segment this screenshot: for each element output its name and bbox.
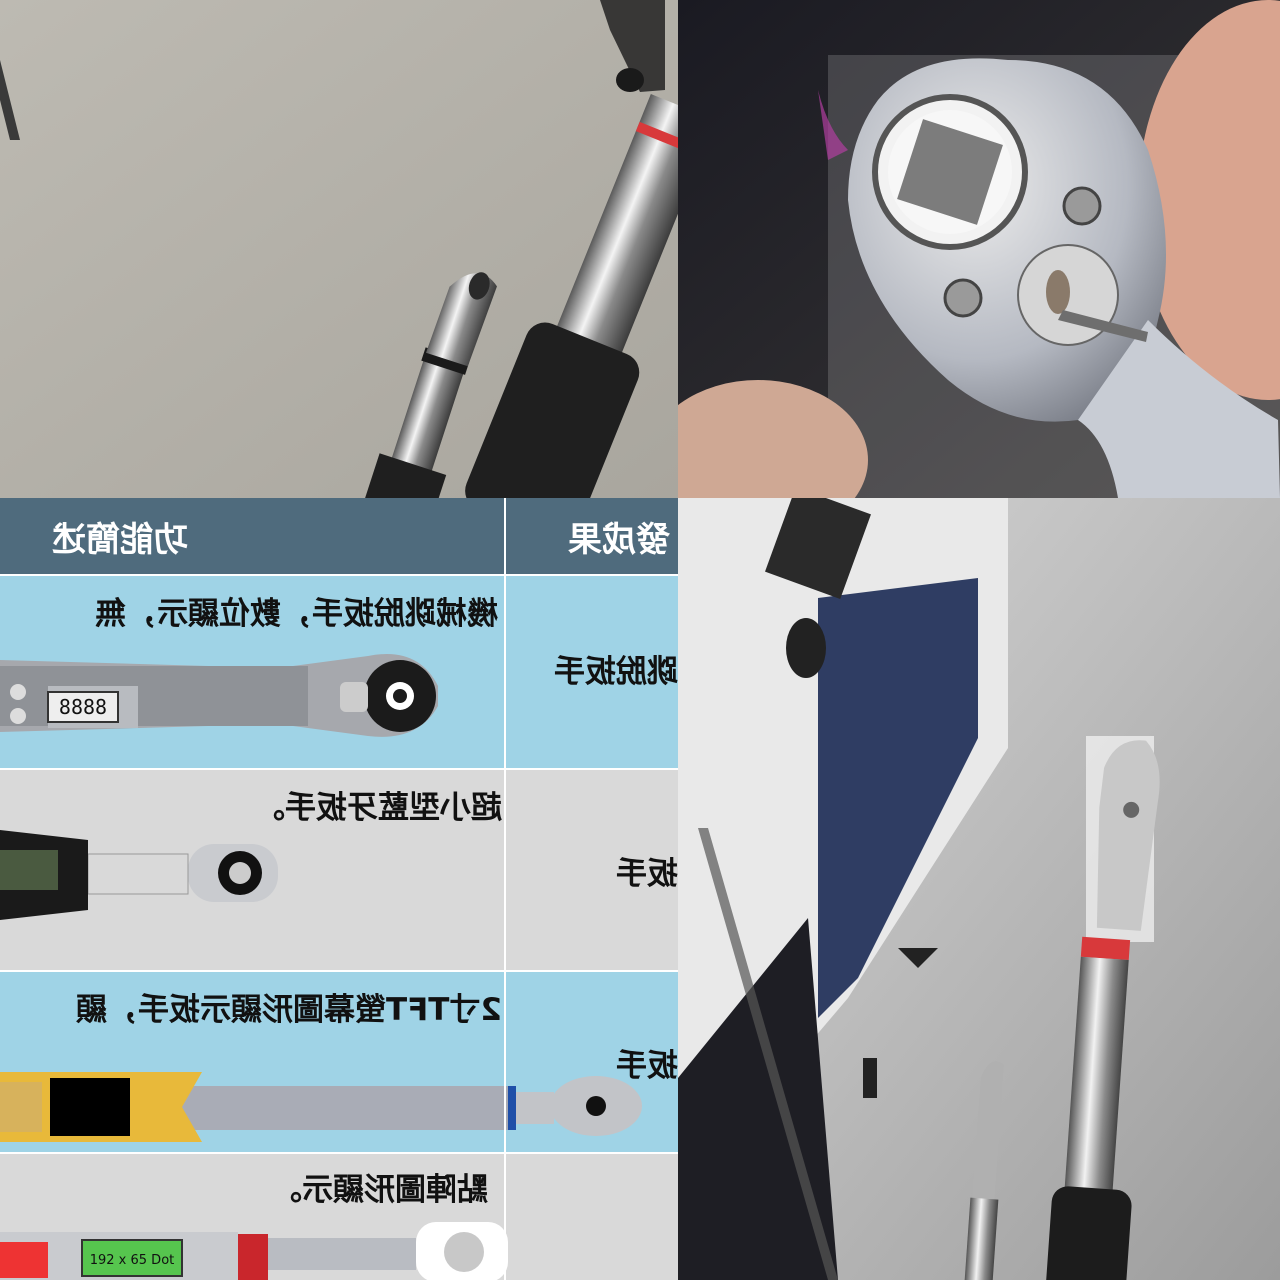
table-header: 發成果 功能簡述 <box>0 498 678 574</box>
row-description: 點陣圖形顯示。 <box>271 1172 488 1208</box>
wrench-lcd-text: 8888 <box>59 695 107 719</box>
row-description: 機械跳脫扳手，數位顯示，無 <box>95 596 498 632</box>
table-row: 扳手 超小型藍牙扳手。 <box>0 768 678 972</box>
wrench-dot-matrix-text: 192 x 65 Dot <box>90 1253 175 1268</box>
photo-wrenches-on-floor <box>0 0 678 498</box>
header-result: 發成果 <box>568 520 670 560</box>
column-divider <box>504 498 506 1280</box>
header-function: 功能簡述 <box>52 520 188 560</box>
digital-wrench-image: 8888 <box>0 654 438 737</box>
table-row: 扳手 2寸TFT螢幕圖形顯示扳手，顯 <box>0 970 678 1154</box>
photo-wrenches-office <box>678 498 1280 1280</box>
bluetooth-wrench-image <box>0 830 278 920</box>
photo-ratchet-closeup <box>678 0 1280 498</box>
row-description: 2寸TFT螢幕圖形顯示扳手，顯 <box>75 992 502 1028</box>
row-product-name: 扳手 <box>616 856 678 892</box>
dot-matrix-wrench-image: 192 x 65 Dot <box>0 1222 508 1280</box>
table-row: 點陣圖形顯示。 192 x 65 Dot <box>0 1152 678 1280</box>
table-row: 跳脫扳手 機械跳脫扳手，數位顯示，無 8888 <box>0 574 678 770</box>
tft-wrench-image <box>0 1072 642 1142</box>
row-product-name: 跳脫扳手 <box>554 654 678 690</box>
product-table-panel: 發成果 功能簡述 跳脫扳手 機械跳脫扳手，數位顯示，無 8888 扳手 超小型藍… <box>0 498 678 1280</box>
row-description: 超小型藍牙扳手。 <box>254 790 502 826</box>
